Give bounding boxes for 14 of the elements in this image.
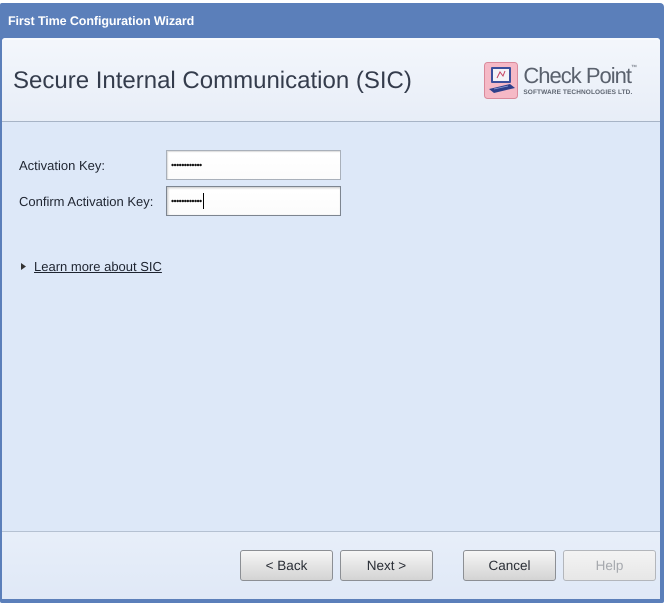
window-title: First Time Configuration Wizard xyxy=(8,14,194,28)
learn-more-link[interactable]: Learn more about SIC xyxy=(34,259,162,274)
field-label: Activation Key: xyxy=(19,158,106,172)
wizard-button[interactable]: Next > xyxy=(340,550,433,581)
text-cursor-icon xyxy=(202,193,204,209)
field-label: Confirm Activation Key: xyxy=(19,194,154,208)
logo-wordmark: Check Point$^{™}$ xyxy=(523,64,636,88)
wizard-button[interactable]: Cancel xyxy=(463,550,556,581)
password-field[interactable]: •••••••••••• xyxy=(166,186,341,216)
wizard-button[interactable]: < Back xyxy=(240,550,333,581)
disclosure-triangle-icon[interactable] xyxy=(21,263,26,270)
password-field[interactable]: •••••••••••• xyxy=(166,150,341,180)
page-title: Secure Internal Communication (SIC) xyxy=(13,66,412,94)
computer-logo-icon xyxy=(484,62,518,99)
